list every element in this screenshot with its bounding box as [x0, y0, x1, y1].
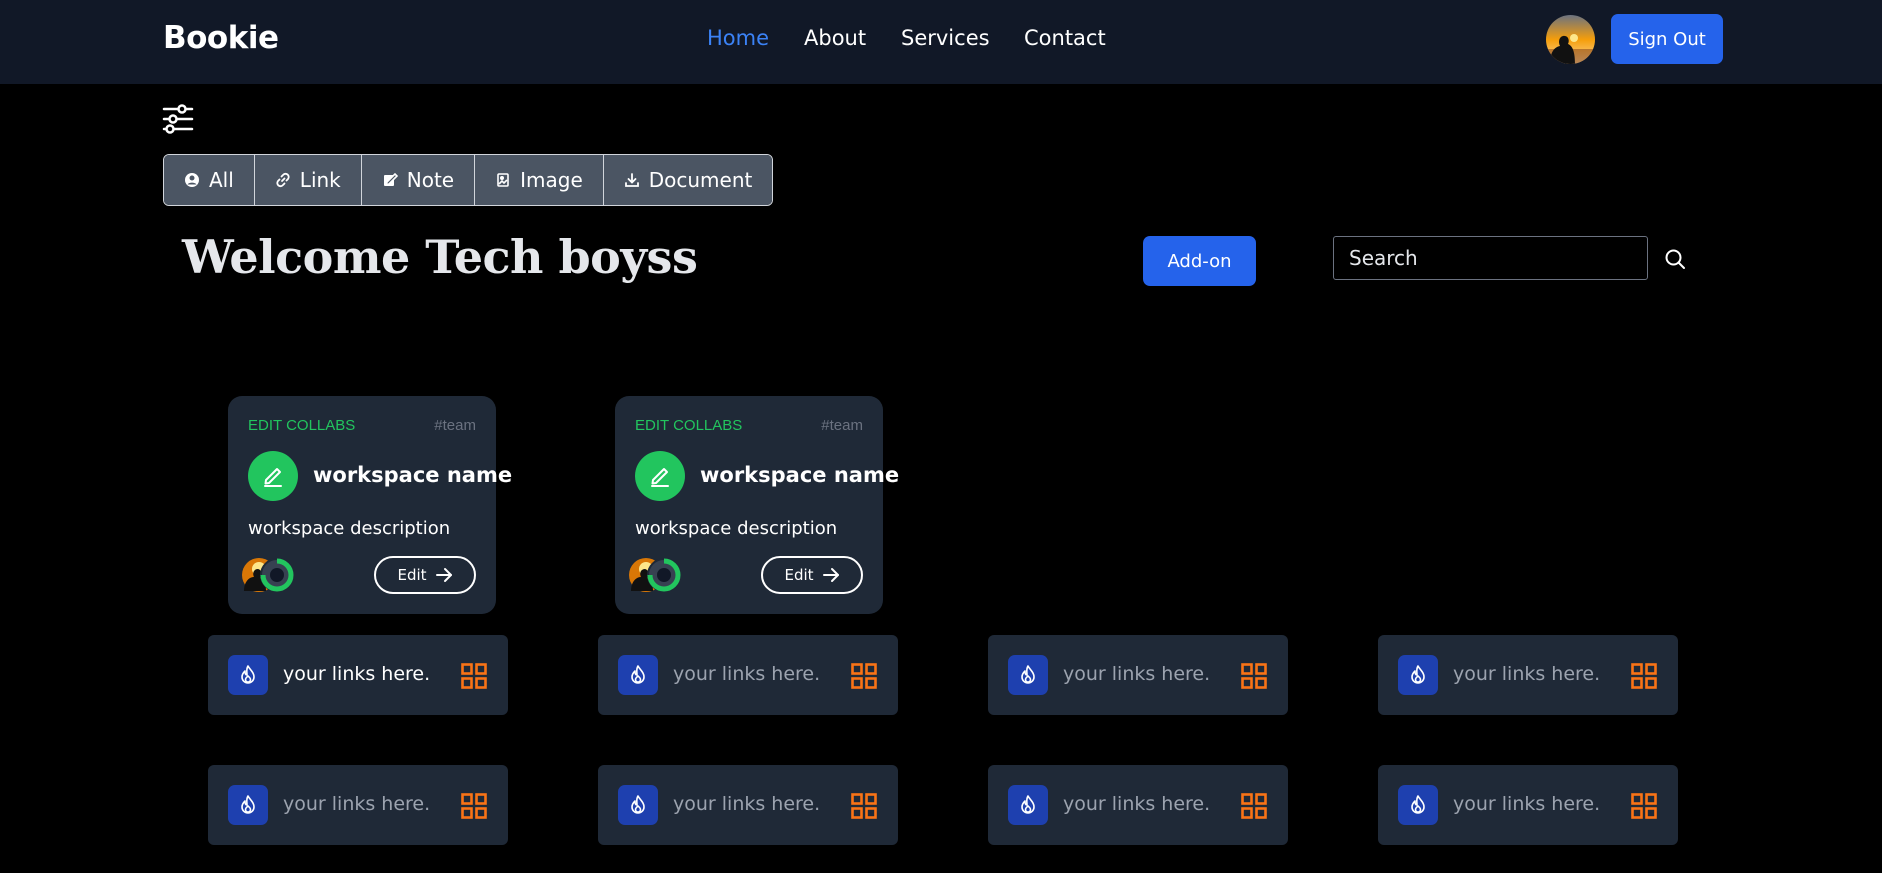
- link-text: your links here.: [673, 663, 821, 685]
- note-icon: [383, 172, 398, 186]
- nav-about[interactable]: About: [804, 26, 866, 50]
- link-card[interactable]: your links here.: [208, 635, 508, 715]
- filter-document-label: Document: [648, 168, 753, 192]
- link-text: your links here.: [283, 663, 431, 685]
- link-text: your links here.: [1453, 793, 1601, 815]
- image-icon: [497, 173, 509, 187]
- workspace-description: workspace description: [248, 518, 451, 539]
- filter-document-button[interactable]: Document: [603, 155, 773, 205]
- nav-services[interactable]: Services: [901, 26, 990, 50]
- edit-label: Edit: [397, 566, 427, 584]
- sign-out-button[interactable]: Sign Out: [1611, 14, 1723, 64]
- grid-icon[interactable]: [1631, 663, 1657, 689]
- link-card[interactable]: your links here.: [598, 635, 898, 715]
- grid-icon[interactable]: [1631, 793, 1657, 819]
- workspace-name: workspace name: [700, 463, 900, 487]
- link-icon: [276, 172, 290, 188]
- download-icon: [624, 173, 639, 187]
- link-text: your links here.: [283, 793, 431, 815]
- workspace-name: workspace name: [313, 463, 513, 487]
- flame-icon: [228, 655, 268, 695]
- grid-icon[interactable]: [461, 793, 487, 819]
- grid-icon[interactable]: [461, 663, 487, 689]
- grid-icon[interactable]: [851, 663, 877, 689]
- collaborator-avatars: [629, 557, 689, 593]
- link-card[interactable]: your links here.: [1378, 635, 1678, 715]
- collaborator-avatars: [242, 557, 302, 593]
- flame-icon: [1398, 785, 1438, 825]
- top-navbar: Bookie Home About Services Contact Sign …: [0, 0, 1882, 84]
- workspace-description: workspace description: [635, 518, 838, 539]
- grid-icon[interactable]: [1241, 793, 1267, 819]
- link-card[interactable]: your links here.: [598, 765, 898, 845]
- filter-note-label: Note: [406, 168, 455, 192]
- search-icon[interactable]: [1664, 248, 1686, 270]
- workspace-team: #team: [821, 417, 863, 434]
- flame-icon: [228, 785, 268, 825]
- add-on-button[interactable]: Add-on: [1143, 236, 1256, 286]
- filter-all-button[interactable]: All: [164, 155, 255, 205]
- flame-icon: [618, 785, 658, 825]
- filter-all-label: All: [209, 168, 234, 192]
- filter-link-label: Link: [299, 168, 341, 192]
- link-card[interactable]: your links here.: [208, 765, 508, 845]
- edit-workspace-button[interactable]: Edit: [374, 556, 476, 594]
- page-title: Welcome Tech boyss: [182, 230, 698, 284]
- user-avatar[interactable]: [1546, 15, 1595, 64]
- link-card[interactable]: your links here.: [1378, 765, 1678, 845]
- workspace-card: EDIT COLLABS #team workspace name worksp…: [228, 396, 512, 614]
- nav-home[interactable]: Home: [707, 26, 769, 50]
- flame-icon: [618, 655, 658, 695]
- pencil-icon: [248, 451, 298, 501]
- arrow-right-icon: [435, 568, 452, 582]
- link-text: your links here.: [673, 793, 821, 815]
- nav-contact[interactable]: Contact: [1024, 26, 1106, 50]
- grid-icon[interactable]: [1241, 663, 1267, 689]
- filter-image-label: Image: [520, 168, 583, 192]
- link-text: your links here.: [1453, 663, 1601, 685]
- workspace-card: EDIT COLLABS #team workspace name worksp…: [615, 396, 899, 614]
- search-input[interactable]: [1333, 236, 1648, 280]
- link-card[interactable]: your links here.: [988, 635, 1288, 715]
- filter-image-button[interactable]: Image: [475, 155, 604, 205]
- link-text: your links here.: [1063, 793, 1211, 815]
- workspace-tag: EDIT COLLABS: [635, 417, 743, 434]
- pencil-icon: [635, 451, 685, 501]
- filter-note-button[interactable]: Note: [361, 155, 476, 205]
- flame-icon: [1008, 785, 1048, 825]
- sliders-icon[interactable]: [162, 104, 194, 134]
- workspace-tag: EDIT COLLABS: [248, 417, 356, 434]
- edit-workspace-button[interactable]: Edit: [761, 556, 863, 594]
- filter-link-button[interactable]: Link: [254, 155, 362, 205]
- flame-icon: [1398, 655, 1438, 695]
- arrow-right-icon: [822, 568, 839, 582]
- edit-label: Edit: [784, 566, 814, 584]
- grid-icon[interactable]: [851, 793, 877, 819]
- brand-logo[interactable]: Bookie: [163, 20, 279, 56]
- filter-button-group: All Link Note Image Document: [163, 154, 774, 206]
- flame-icon: [1008, 655, 1048, 695]
- workspace-team: #team: [434, 417, 476, 434]
- link-card[interactable]: your links here.: [988, 765, 1288, 845]
- user-circle-icon: [185, 173, 199, 187]
- link-text: your links here.: [1063, 663, 1211, 685]
